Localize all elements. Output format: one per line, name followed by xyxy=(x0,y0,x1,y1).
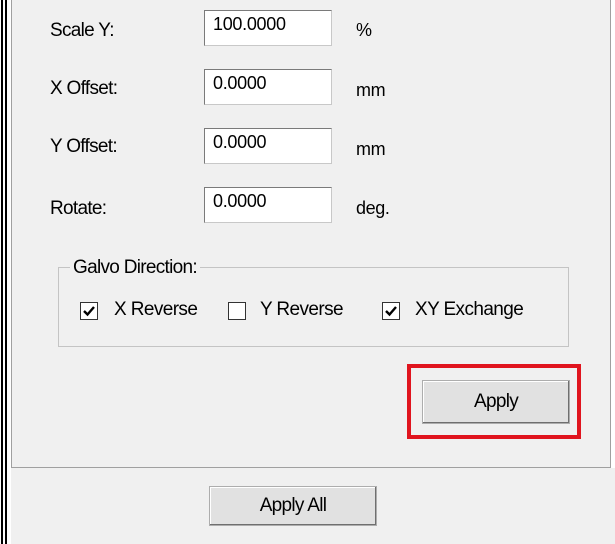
xy-exchange-label[interactable]: XY Exchange xyxy=(415,299,524,321)
y-offset-unit: mm xyxy=(356,139,386,159)
apply-all-button[interactable]: Apply All xyxy=(209,486,377,526)
border-line xyxy=(1,0,3,544)
x-reverse-checkbox[interactable] xyxy=(80,302,98,320)
check-icon xyxy=(83,306,95,317)
highlight-box xyxy=(407,364,581,439)
x-reverse-label[interactable]: X Reverse xyxy=(114,299,198,321)
scale-y-unit: % xyxy=(356,20,372,40)
x-offset-input[interactable]: 0.0000 xyxy=(204,69,332,105)
border-line xyxy=(5,0,7,544)
y-reverse-label[interactable]: Y Reverse xyxy=(260,299,344,321)
scale-y-input[interactable]: 100.0000 xyxy=(204,10,332,46)
left-border xyxy=(0,0,8,544)
y-reverse-checkbox[interactable] xyxy=(228,302,246,320)
xy-exchange-checkbox[interactable] xyxy=(382,302,400,320)
y-offset-input[interactable]: 0.0000 xyxy=(204,128,332,164)
galvo-direction-title: Galvo Direction: xyxy=(70,257,200,279)
x-offset-unit: mm xyxy=(356,80,386,100)
right-margin xyxy=(611,0,615,468)
x-offset-label: X Offset: xyxy=(50,78,118,99)
check-icon xyxy=(385,306,397,317)
rotate-input[interactable]: 0.0000 xyxy=(204,187,332,223)
scale-y-label: Scale Y: xyxy=(50,20,114,41)
y-offset-label: Y Offset: xyxy=(50,136,118,157)
rotate-unit: deg. xyxy=(356,198,390,218)
rotate-label: Rotate: xyxy=(50,198,107,219)
